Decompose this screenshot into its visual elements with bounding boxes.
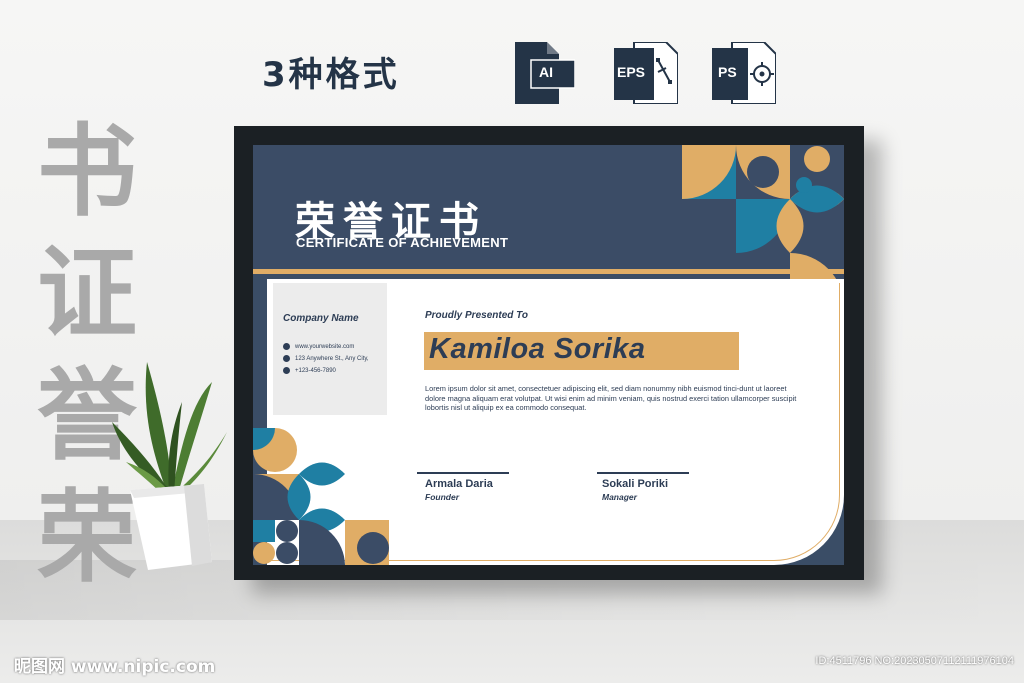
signature-role-manager: Manager	[602, 492, 637, 502]
wall-char: 书	[37, 113, 137, 230]
signature-role-founder: Founder	[425, 492, 459, 502]
ai-file-label: AI	[539, 64, 553, 80]
contact-website-text: www.yourwebsite.com	[295, 343, 355, 350]
ps-file-icon: PS	[712, 41, 777, 105]
header-gold-band	[253, 269, 844, 274]
phone-icon	[283, 367, 290, 374]
signature-line-manager	[597, 472, 689, 474]
contact-address: 123 Anywhere St., Any City,	[283, 355, 369, 362]
certificate: 荣誉证书 CERTIFICATE OF ACHIEVEMENT Company …	[253, 145, 844, 565]
eps-file-label: EPS	[617, 64, 646, 80]
certificate-description: Lorem ipsum dolor sit amet, consectetuer…	[425, 384, 797, 413]
eps-file-icon: EPS	[614, 41, 679, 105]
image-id-text: ID:4511796 NO:20230507112111976104	[815, 655, 1014, 667]
potted-plant	[112, 362, 227, 570]
contact-phone-text: +123-456-7890	[295, 367, 336, 374]
globe-icon	[283, 343, 290, 350]
company-name: Company Name	[283, 313, 359, 324]
contact-address-text: 123 Anywhere St., Any City,	[295, 355, 369, 362]
signature-name-manager: Sokali Poriki	[602, 478, 669, 490]
site-logo: 昵图网 www.nipic.com	[14, 657, 216, 677]
signature-name-founder: Armala Daria	[425, 478, 493, 490]
certificate-title-en: CERTIFICATE OF ACHIEVEMENT	[296, 235, 509, 250]
wall-char: 证	[37, 235, 137, 352]
formats-title: 3种格式	[262, 55, 400, 95]
ai-file-icon: AI	[515, 42, 576, 104]
location-icon	[283, 355, 290, 362]
presented-label: Proudly Presented To	[425, 310, 528, 321]
ps-file-label: PS	[718, 64, 737, 80]
contact-website: www.yourwebsite.com	[283, 343, 354, 350]
geometric-pattern-bottom	[253, 428, 389, 565]
contact-phone: +123-456-7890	[283, 367, 336, 374]
recipient-name: Kamiloa Sorika	[429, 333, 646, 365]
signature-line-founder	[417, 472, 509, 474]
